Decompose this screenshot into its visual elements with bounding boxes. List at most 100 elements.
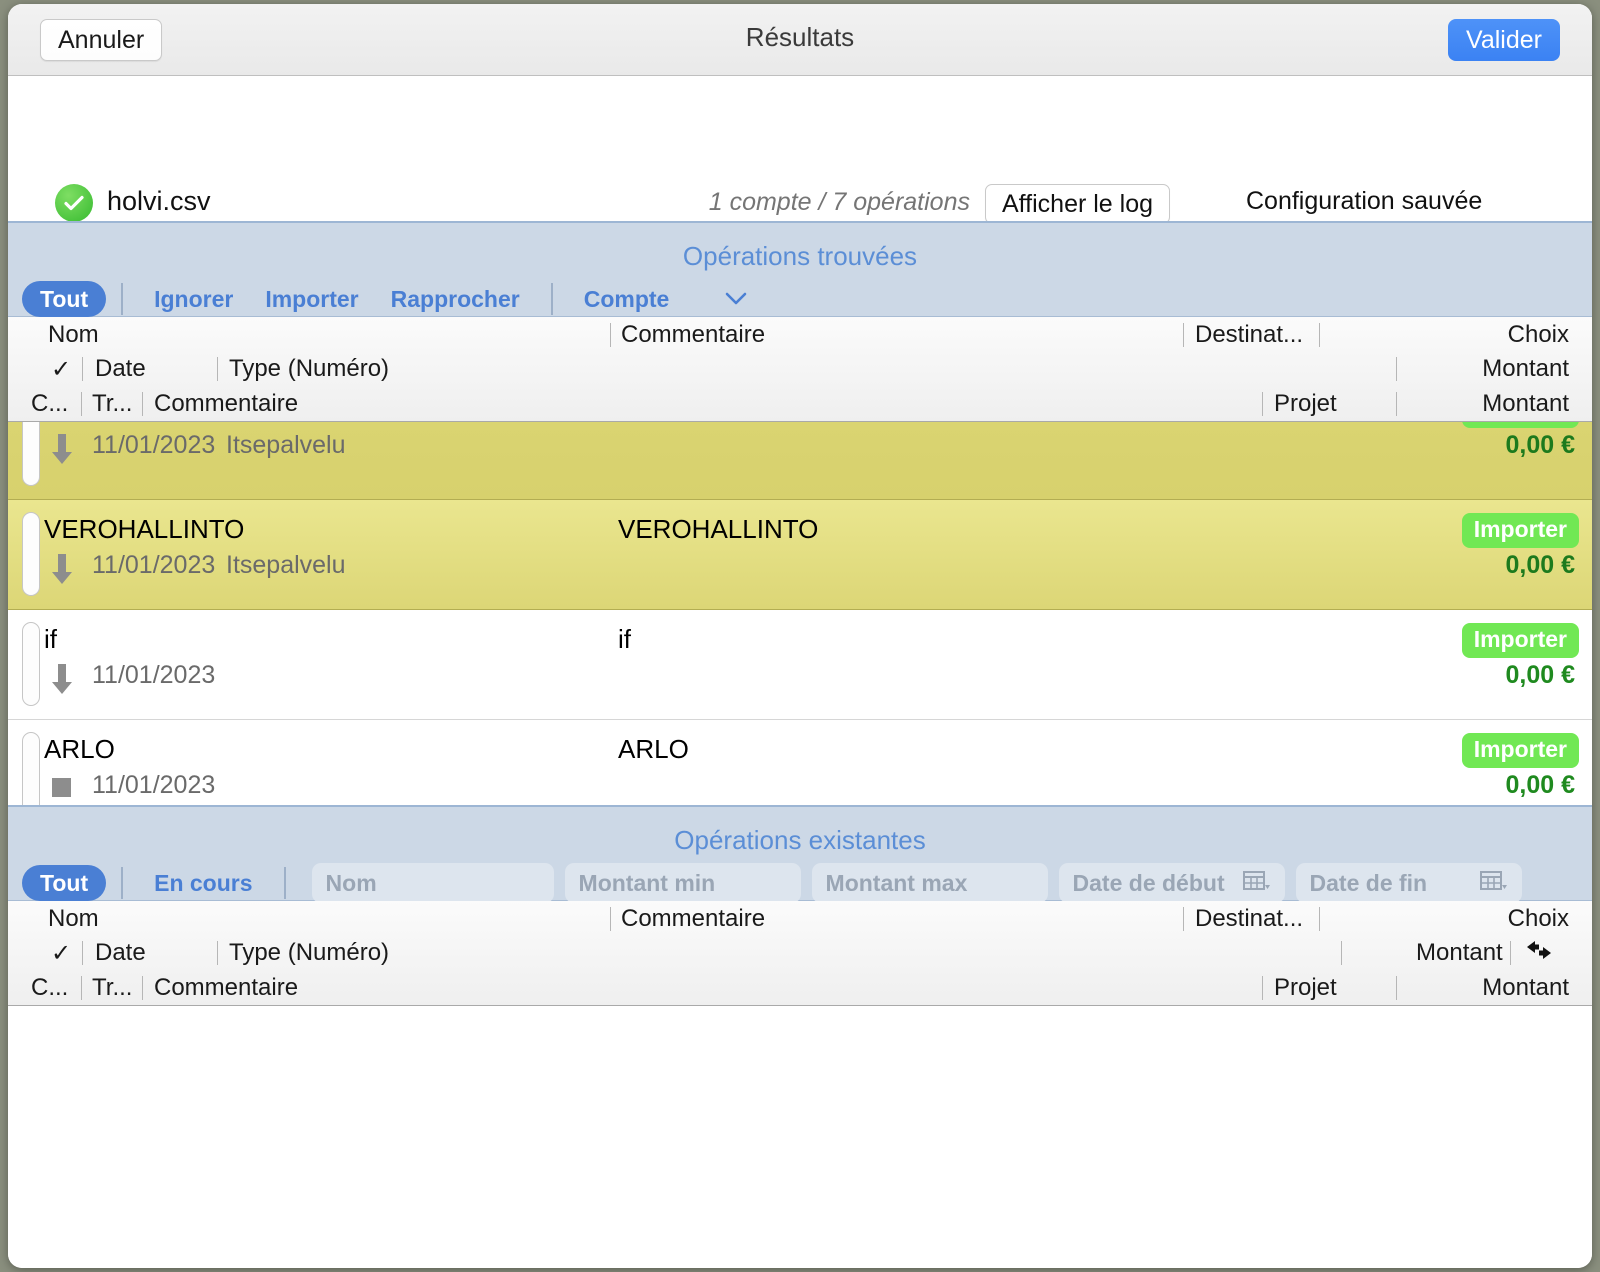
col-divider[interactable] [82,357,83,381]
col-montant-3[interactable]: Montant [1482,974,1569,1002]
col-projet[interactable]: Projet [1274,390,1337,418]
existing-operations-list[interactable] [8,1006,1592,1268]
col-divider[interactable] [1183,907,1184,931]
row-amount: 0,00 € [1505,431,1575,460]
header-row-3: C... Tr... Commentaire Projet Montant [8,386,1592,421]
row-action-badge[interactable]: Importer [1462,733,1579,768]
table-row[interactable]: VEROHALLINTO VEROHALLINTO Importer 11/01… [8,422,1592,500]
col-divider[interactable] [1341,941,1342,965]
row-action-badge[interactable]: Importer [1462,513,1579,548]
row-amount: 0,00 € [1505,551,1575,580]
row-amount: 0,00 € [1505,771,1575,800]
calendar-icon[interactable] [1480,870,1508,896]
col-divider[interactable] [1183,323,1184,347]
col-tr[interactable]: Tr... [92,390,132,418]
row-action-badge[interactable]: Importer [1462,422,1579,428]
col-destinataire[interactable]: Destinat... [1195,321,1303,349]
col-date[interactable]: Date [95,355,146,383]
results-window: Annuler Résultats Valider holvi.csv 1 co… [8,4,1592,1268]
row-select-handle[interactable] [22,732,40,805]
row-comment: VEROHALLINTO [618,514,818,545]
file-info-bar: holvi.csv 1 compte / 7 opérations Affich… [8,76,1592,221]
col-c[interactable]: C... [31,974,68,1002]
row-amount: 0,00 € [1505,661,1575,690]
row-select-handle[interactable] [22,422,40,486]
table-row[interactable]: ARLO ARLO Importer 11/01/2023 0,00 € [8,720,1592,805]
existing-filter-all-label: Tout [40,870,88,897]
arrow-down-icon [49,662,75,696]
col-divider[interactable] [82,941,83,965]
col-divider[interactable] [610,323,611,347]
col-c[interactable]: C... [31,390,68,418]
col-check[interactable]: ✓ [51,355,71,384]
col-commentaire[interactable]: Commentaire [621,905,765,933]
col-commentaire-3[interactable]: Commentaire [154,974,298,1002]
amount-max-input[interactable]: Montant max [812,863,1048,903]
row-action-badge[interactable]: Importer [1462,623,1579,658]
col-divider[interactable] [1319,907,1320,931]
col-projet[interactable]: Projet [1274,974,1337,1002]
col-destinataire[interactable]: Destinat... [1195,905,1303,933]
existing-filter-current-button[interactable]: En cours [138,870,268,897]
col-type-numero[interactable]: Type (Numéro) [229,355,389,383]
row-comment: if [618,624,631,655]
show-log-button-label: Afficher le log [1002,190,1153,219]
existing-filter-all-button[interactable]: Tout [22,865,106,901]
col-date[interactable]: Date [95,939,146,967]
header-row-1: Nom Commentaire Destinat... Choix [8,317,1592,351]
col-divider[interactable] [1396,976,1397,1000]
col-divider[interactable] [1396,392,1397,416]
header-row-1: Nom Commentaire Destinat... Choix [8,901,1592,935]
row-date: 11/01/2023 [92,431,215,460]
filter-all-button[interactable]: Tout [22,281,106,317]
col-montant-3[interactable]: Montant [1482,390,1569,418]
filter-import-button[interactable]: Importer [249,286,374,313]
col-montant[interactable]: Montant [1416,939,1503,967]
chevron-down-icon[interactable] [723,286,749,312]
table-row[interactable]: VEROHALLINTO VEROHALLINTO Importer 11/01… [8,500,1592,610]
validate-button[interactable]: Valider [1448,19,1560,61]
col-divider[interactable] [217,357,218,381]
col-nom[interactable]: Nom [48,905,99,933]
col-divider[interactable] [1510,941,1511,965]
col-choix[interactable]: Choix [1508,905,1569,933]
row-comment: ARLO [618,734,689,765]
divider [284,867,286,899]
col-type-numero[interactable]: Type (Numéro) [229,939,389,967]
table-row[interactable]: if if Importer 11/01/2023 0,00 € [8,610,1592,720]
row-select-handle[interactable] [22,512,40,596]
col-divider[interactable] [610,907,611,931]
col-divider[interactable] [1262,392,1263,416]
col-tr[interactable]: Tr... [92,974,132,1002]
col-divider[interactable] [142,976,143,1000]
col-divider[interactable] [1262,976,1263,1000]
col-commentaire[interactable]: Commentaire [621,321,765,349]
col-divider[interactable] [1396,357,1397,381]
filter-ignore-button[interactable]: Ignorer [138,286,249,313]
sort-left-right-icon[interactable] [1522,937,1556,968]
date-start-input[interactable]: Date de début [1059,863,1285,903]
filter-account-button[interactable]: Compte [568,286,686,313]
search-name-input[interactable]: Nom [312,863,554,903]
col-nom[interactable]: Nom [48,321,99,349]
col-choix[interactable]: Choix [1508,321,1569,349]
date-end-input[interactable]: Date de fin [1296,863,1522,903]
col-divider[interactable] [1319,323,1320,347]
calendar-icon[interactable] [1243,870,1271,896]
col-commentaire-3[interactable]: Commentaire [154,390,298,418]
col-divider[interactable] [142,392,143,416]
amount-min-input[interactable]: Montant min [565,863,801,903]
col-divider[interactable] [217,941,218,965]
col-divider[interactable] [81,392,82,416]
row-select-handle[interactable] [22,622,40,706]
date-end-placeholder: Date de fin [1310,870,1428,897]
filter-match-button[interactable]: Rapprocher [375,286,536,313]
col-check[interactable]: ✓ [51,939,71,968]
show-log-button[interactable]: Afficher le log [985,184,1170,224]
col-montant[interactable]: Montant [1482,355,1569,383]
found-operations-list[interactable]: VEROHALLINTO VEROHALLINTO Importer 11/01… [8,422,1592,805]
existing-operations-banner: Opérations existantes Tout En cours Nom … [8,805,1592,901]
col-divider[interactable] [81,976,82,1000]
config-status-label: Configuration sauvée [1246,187,1482,216]
page-title: Résultats [8,22,1592,53]
